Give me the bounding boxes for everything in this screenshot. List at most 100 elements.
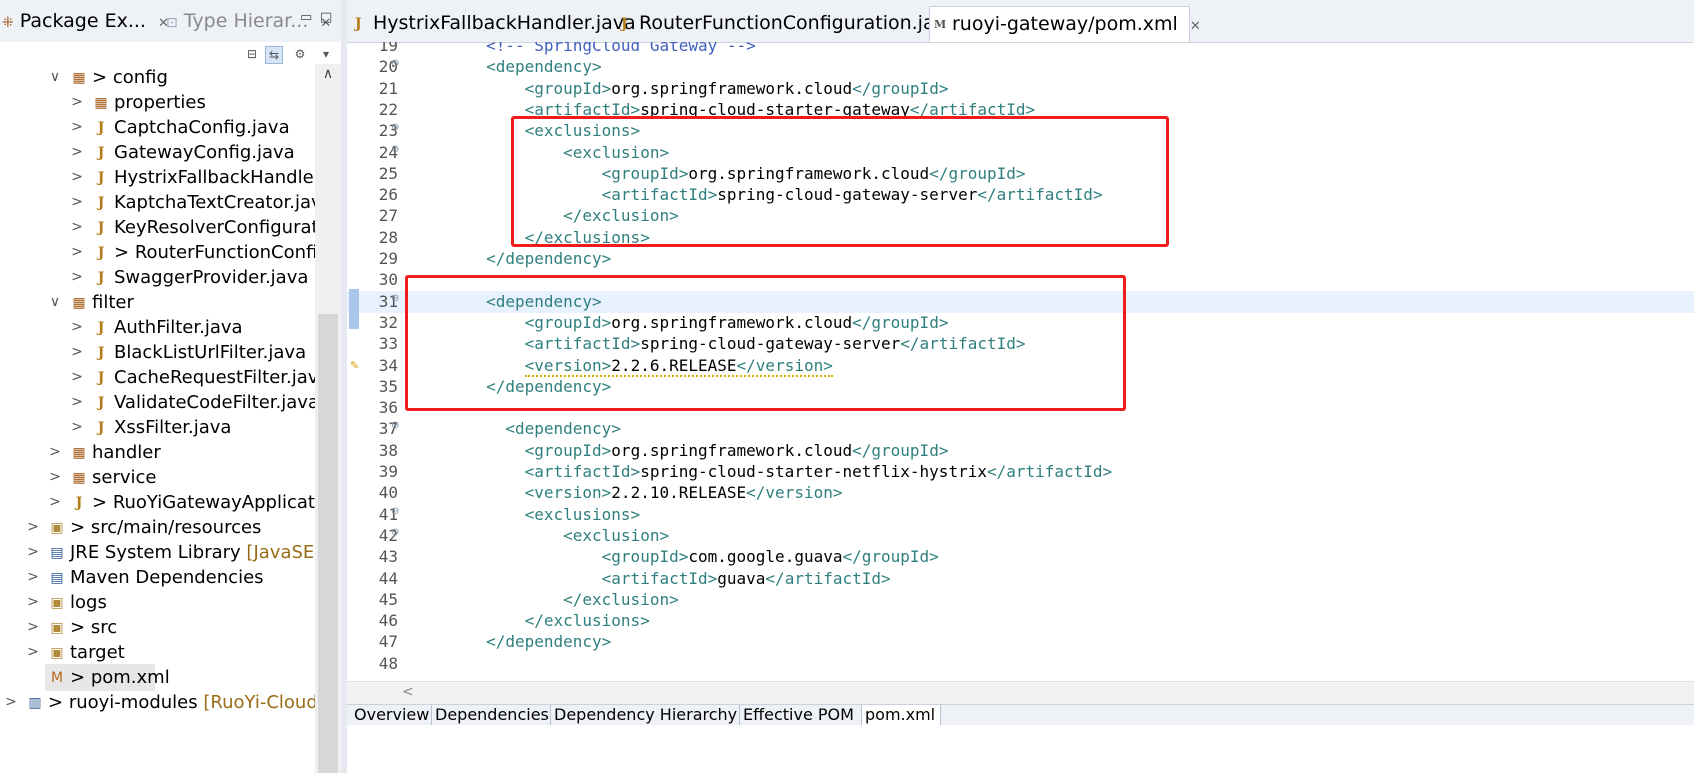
tree-item[interactable]: ∨ ▦ > config	[0, 64, 315, 91]
tree-item[interactable]: > ▣ logs	[0, 589, 315, 616]
tree-item[interactable]: > ▤ JRE System Library [JavaSE-1.8]	[0, 539, 341, 566]
scrollbar-thumb[interactable]	[318, 314, 338, 773]
folder-icon: ▣	[50, 645, 64, 661]
fold-icon[interactable]: ⊖	[391, 528, 401, 538]
line-number: 38	[378, 441, 398, 460]
fold-icon[interactable]: ⊖	[391, 507, 401, 517]
chevron-right-icon[interactable]: >	[70, 214, 84, 241]
minimize-icon[interactable]: ▭	[300, 10, 312, 25]
chevron-right-icon[interactable]: >	[70, 189, 84, 216]
line-number: 21	[378, 79, 398, 98]
tab-router-function-configuration[interactable]: J RouterFunctionConfiguration.java	[617, 6, 957, 41]
link-with-editor-icon[interactable]: ⇆	[265, 46, 283, 64]
chevron-right-icon[interactable]: >	[26, 564, 40, 591]
tree-item[interactable]: ∨ ▦ filter	[0, 289, 315, 316]
chevron-down-icon[interactable]: ∨	[48, 64, 62, 91]
maximize-icon[interactable]: □	[320, 10, 332, 25]
chevron-right-icon[interactable]: >	[70, 314, 84, 341]
tree-item-label: target	[70, 639, 125, 666]
horizontal-scrollbar[interactable]: <	[347, 681, 1694, 704]
tree-item[interactable]: > J CacheRequestFilter.java	[0, 364, 329, 391]
fold-icon[interactable]: ⊖	[391, 294, 401, 304]
chevron-right-icon[interactable]: >	[70, 339, 84, 366]
package-explorer-scrollbar[interactable]: ∧	[315, 64, 341, 773]
chevron-right-icon[interactable]: >	[70, 414, 84, 441]
tree-item[interactable]: > J XssFilter.java	[0, 414, 315, 441]
tree-item[interactable]: > J KeyResolverConfiguratio	[0, 214, 334, 241]
fold-icon[interactable]: ⊖	[391, 145, 401, 155]
java-file-icon: J	[97, 170, 105, 186]
chevron-right-icon[interactable]: >	[70, 139, 84, 166]
tree-item[interactable]: > J SwaggerProvider.java	[0, 264, 315, 291]
xml-tag: </dependency>	[486, 249, 612, 268]
tree-item[interactable]: > ▦ properties	[0, 89, 315, 116]
chevron-right-icon[interactable]: >	[70, 89, 84, 116]
tab-pom-xml[interactable]: pom.xml	[862, 705, 941, 725]
java-file-icon: J	[355, 16, 362, 32]
tree-item[interactable]: > J AuthFilter.java	[0, 314, 315, 341]
tree-item[interactable]: > J CaptchaConfig.java	[0, 114, 315, 141]
chevron-right-icon[interactable]: >	[26, 514, 40, 541]
chevron-right-icon[interactable]: >	[70, 364, 84, 391]
scroll-left-icon[interactable]: <	[402, 684, 414, 700]
tree-item[interactable]: > ▦ service	[0, 464, 315, 491]
xml-tag: <exclusion>	[563, 526, 670, 545]
chevron-right-icon[interactable]: >	[70, 164, 84, 191]
close-icon[interactable]: ✕	[1190, 19, 1201, 34]
view-menu-icon[interactable]: ▾	[318, 46, 334, 62]
chevron-right-icon[interactable]: >	[26, 614, 40, 641]
tree-item[interactable]: > J BlackListUrlFilter.java	[0, 339, 315, 366]
tree-item[interactable]: > ▣ > src/main/resources	[0, 514, 315, 541]
chevron-right-icon[interactable]: >	[70, 239, 84, 266]
java-file-icon: J	[97, 370, 105, 386]
tree-item[interactable]: > J ValidateCodeFilter.java	[0, 389, 319, 416]
code-tokens: <groupId>org.springframework.cloud</grou…	[525, 441, 949, 460]
chevron-right-icon[interactable]: >	[48, 439, 62, 466]
chevron-down-icon[interactable]: ∨	[48, 289, 62, 316]
java-file-icon: J	[97, 420, 105, 436]
tree-item[interactable]: > ▦ handler	[0, 439, 315, 466]
tree-item[interactable]: M > pom.xml	[45, 664, 170, 691]
tree-item[interactable]: > J > RouterFunctionConfigu	[0, 239, 340, 266]
fold-icon[interactable]: ⊖	[391, 123, 401, 133]
tree-item-text: ruoyi-modules	[68, 692, 198, 713]
tree-item[interactable]: > ▥ > ruoyi-modules [RuoYi-Cloud ma	[0, 689, 341, 716]
warning-icon[interactable]: ✎	[350, 359, 360, 372]
tab-hystrix-fallback-handler[interactable]: J HystrixFallbackHandler.java	[351, 6, 636, 41]
fold-icon[interactable]: ⊖	[391, 59, 401, 69]
code-tokens: <!-- SpringCloud Gateway -->	[486, 42, 756, 55]
chevron-right-icon[interactable]: >	[70, 389, 84, 416]
chevron-right-icon[interactable]: >	[26, 639, 40, 666]
chevron-right-icon[interactable]: >	[48, 489, 62, 516]
tab-ruoyi-gateway-pom[interactable]: M ruoyi-gateway/pom.xml ✕	[929, 6, 1201, 42]
fold-icon[interactable]: ⊖	[391, 421, 401, 431]
collapse-all-icon[interactable]: ⊟	[244, 46, 260, 62]
tree-item[interactable]: > J KaptchaTextCreator.java	[0, 189, 333, 216]
tab-effective-pom[interactable]: Effective POM	[740, 705, 862, 725]
chevron-right-icon[interactable]: >	[70, 114, 84, 141]
tree-item[interactable]: > ▣ > src	[0, 614, 315, 641]
scroll-up-icon[interactable]: ∧	[315, 64, 341, 84]
chevron-right-icon[interactable]: >	[26, 589, 40, 616]
tab-dependencies[interactable]: Dependencies	[432, 705, 551, 725]
code-text: <groupId>org.springframework.cloud</grou…	[409, 78, 949, 100]
tab-overview[interactable]: Overview	[351, 705, 432, 725]
tree-item[interactable]: > J GatewayConfig.java	[0, 139, 315, 166]
tree-item[interactable]: > J HystrixFallbackHandler	[0, 164, 321, 191]
tab-package-explorer[interactable]: ⁜ Package Ex... ✕	[2, 8, 169, 34]
chevron-right-icon[interactable]: >	[26, 539, 40, 566]
chevron-right-icon[interactable]: >	[4, 689, 18, 716]
chevron-right-icon[interactable]: >	[70, 264, 84, 291]
xml-source-editor[interactable]: 19 <!-- SpringCloud Gateway --> 20 ⊖ <depe…	[347, 42, 1694, 732]
tab-dependency-hierarchy[interactable]: Dependency Hierarchy	[551, 705, 740, 725]
tree-item[interactable]: > ▤ Maven Dependencies	[0, 564, 315, 591]
chevron-right-icon[interactable]: >	[48, 464, 62, 491]
tree-item-text: RouterFunctionConfigu	[134, 242, 341, 263]
tree-item[interactable]: > ▣ target	[0, 639, 315, 666]
tree-item-text: handler	[92, 442, 161, 463]
tree-item[interactable]: > J > RuoYiGatewayApplicati	[0, 489, 320, 516]
filter-icon[interactable]: ⚙	[292, 46, 308, 62]
tree-item-label: logs	[70, 589, 107, 616]
